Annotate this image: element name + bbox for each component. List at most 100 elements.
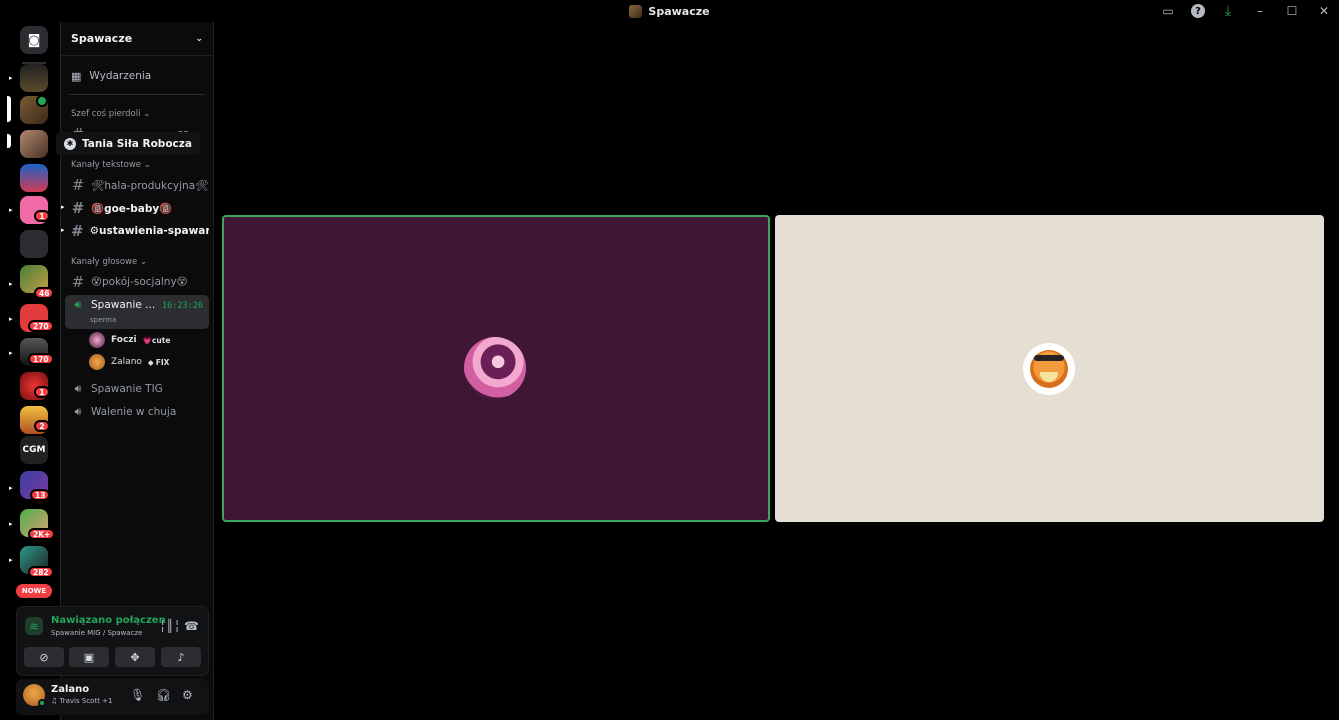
folder-caret-icon: ▸ bbox=[9, 484, 13, 492]
unread-pill bbox=[7, 134, 11, 148]
calendar-icon: ▦ bbox=[71, 69, 82, 83]
category-text[interactable]: Kanały tekstowe ⌄ bbox=[71, 160, 151, 170]
folder-caret-icon: ▸ bbox=[9, 74, 13, 82]
badge-server-7: 270 bbox=[28, 320, 54, 332]
maximize-icon[interactable]: ☐ bbox=[1283, 2, 1301, 20]
tooltip-text: Tania Siła Robocza bbox=[82, 137, 192, 150]
voice-connection-panel: ≋ Nawiązano połączen Spawanie MIG / Spaw… bbox=[16, 606, 209, 676]
voice-channel-active[interactable]: 🔊︎ Spawanie ... 16:23:26 sperma bbox=[65, 295, 209, 329]
voice-channel-name: Spawanie ... bbox=[91, 299, 156, 311]
hash-icon: # bbox=[71, 273, 85, 291]
channel-goe-baby[interactable]: # 🔞goe-baby🔞 bbox=[65, 198, 209, 218]
headphones-icon[interactable]: 🎧︎ bbox=[156, 688, 171, 702]
category-voice[interactable]: Kanały głosowe ⌄ bbox=[71, 257, 147, 267]
folder-caret-icon: ▸ bbox=[9, 206, 13, 214]
server-tania-sila-robocza[interactable] bbox=[20, 130, 48, 158]
user-tag: ◆ FIX bbox=[148, 358, 169, 367]
noise-suppression-icon[interactable]: ╎║╎ bbox=[159, 619, 181, 633]
voice-channel-status: sperma bbox=[90, 316, 117, 324]
screen-share-button[interactable]: ▣ bbox=[69, 647, 109, 667]
speaker-icon: 🔊︎ bbox=[74, 382, 82, 395]
title-bar: Spawacze ▭ ? ⤓ – ☐ ✕ bbox=[0, 0, 1339, 22]
gear-icon[interactable]: ⚙ bbox=[182, 688, 193, 702]
badge-folder-4: 282 bbox=[28, 566, 54, 578]
participant-tile-foczi[interactable] bbox=[222, 215, 770, 522]
camera-off-button[interactable]: ⊘ bbox=[24, 647, 64, 667]
disconnect-icon[interactable]: ☎ bbox=[184, 619, 199, 633]
hash-icon: # bbox=[71, 176, 85, 194]
category-voice-label: Kanały głosowe bbox=[71, 257, 138, 267]
window-title: Spawacze bbox=[629, 4, 710, 18]
participant-avatar bbox=[464, 337, 526, 399]
channel-label: Walenie w chuja bbox=[91, 406, 177, 418]
voice-channel-walenie[interactable]: 🔊︎ Walenie w chuja bbox=[65, 402, 209, 422]
user-name[interactable]: Zalano bbox=[51, 684, 89, 695]
user-tag-text: FIX bbox=[155, 357, 170, 367]
server-cgm[interactable]: CGM bbox=[20, 436, 48, 464]
divider bbox=[69, 94, 205, 95]
server-name: Spawacze bbox=[71, 32, 133, 45]
voice-user-name: Foczi bbox=[111, 335, 137, 345]
speaker-icon: 🔊︎ bbox=[74, 298, 82, 311]
gem-icon: ◆ bbox=[147, 357, 154, 367]
server-header[interactable]: Spawacze ⌄ bbox=[61, 22, 213, 56]
signal-icon[interactable]: ≋ bbox=[25, 617, 43, 635]
discord-app: Spawacze ▭ ? ⤓ – ☐ ✕ ◙ ▸ ▸ 1 ▸ 46 ▸ 270 bbox=[0, 0, 1339, 720]
speaker-icon: 🔊︎ bbox=[74, 405, 82, 418]
microphone-icon[interactable]: 🎙︎ bbox=[130, 688, 145, 702]
discord-home-icon[interactable]: ◙ bbox=[20, 26, 48, 54]
channel-label: Spawanie TIG bbox=[91, 383, 163, 395]
avatar-image bbox=[1030, 350, 1068, 388]
events-label: Wydarzenia bbox=[89, 70, 152, 82]
folder-caret-icon: ▸ bbox=[9, 556, 13, 564]
channel-hala-produkcyjna[interactable]: # 🛠hala-produkcyjna🛠 bbox=[65, 175, 209, 195]
close-icon[interactable]: ✕ bbox=[1315, 2, 1333, 20]
user-panel: Zalano ♫ Travis Scott +1 🎙︎ 🎧︎ ⚙ bbox=[16, 679, 209, 715]
voice-user-zalano[interactable]: Zalano ◆ FIX bbox=[89, 353, 169, 371]
badge-server-10: 2 bbox=[34, 420, 50, 432]
avatar bbox=[89, 332, 105, 348]
soundboard-button[interactable]: ♪ bbox=[161, 647, 201, 667]
participant-tile-zalano[interactable] bbox=[775, 215, 1324, 522]
channel-pokoj-socjalny[interactable]: # 😵pokój-socjalny😵 bbox=[65, 272, 209, 292]
chevron-down-icon: ⌄ bbox=[195, 33, 203, 44]
channel-label: ⚙ustawienia-spawar... bbox=[89, 225, 209, 237]
connection-location[interactable]: Spawanie MIG / Spawacze bbox=[51, 629, 142, 637]
unread-caret-icon: ▸ bbox=[61, 226, 65, 234]
avatar bbox=[89, 354, 105, 370]
badge-server-8: 170 bbox=[28, 353, 54, 365]
channel-label: 😵pokój-socjalny😵 bbox=[91, 276, 188, 288]
category-1-label: Szef coś pierdoli bbox=[71, 109, 141, 119]
events-link[interactable]: ▦ Wydarzenia bbox=[69, 66, 207, 86]
server-icon bbox=[629, 4, 643, 18]
selected-pill bbox=[7, 96, 11, 122]
channel-ustawienia-spawarek[interactable]: # ⚙ustawienia-spawar... bbox=[65, 221, 209, 241]
channel-label: 🔞goe-baby🔞 bbox=[91, 202, 173, 215]
window-title-text: Spawacze bbox=[648, 4, 710, 18]
server-4[interactable] bbox=[20, 164, 48, 192]
category-1[interactable]: Szef coś pierdoli ⌄ bbox=[71, 109, 150, 119]
badge-folder-3: 2K+ bbox=[28, 528, 56, 540]
connection-status[interactable]: Nawiązano połączen bbox=[51, 615, 166, 626]
badge-server-9: 1 bbox=[34, 386, 50, 398]
category-text-label: Kanały tekstowe bbox=[71, 160, 142, 170]
inbox-icon[interactable]: ▭ bbox=[1159, 2, 1177, 20]
new-badge[interactable]: NOWE bbox=[16, 584, 52, 598]
voice-channel-tig[interactable]: 🔊︎ Spawanie TIG bbox=[65, 379, 209, 399]
server-tooltip: ✱ Tania Siła Robocza bbox=[56, 132, 200, 155]
participant-avatar bbox=[1023, 343, 1075, 395]
badge-server-5: 1 bbox=[34, 210, 50, 222]
voice-user-foczi[interactable]: Foczi 💗cute bbox=[89, 331, 170, 349]
server-6[interactable] bbox=[20, 230, 48, 258]
minimize-icon[interactable]: – bbox=[1251, 2, 1269, 20]
help-icon[interactable]: ? bbox=[1191, 4, 1205, 18]
download-icon[interactable]: ⤓ bbox=[1219, 2, 1237, 20]
folder-caret-icon: ▸ bbox=[9, 280, 13, 288]
hash-icon: # bbox=[71, 199, 85, 217]
folder-caret-icon: ▸ bbox=[9, 315, 13, 323]
voice-channel-timer: 16:23:26 bbox=[162, 301, 203, 311]
voice-stage bbox=[215, 22, 1339, 720]
activities-button[interactable]: ✥ bbox=[115, 647, 155, 667]
channel-label: 🛠hala-produkcyjna🛠 bbox=[91, 179, 209, 192]
server-star-wars[interactable] bbox=[20, 64, 48, 92]
